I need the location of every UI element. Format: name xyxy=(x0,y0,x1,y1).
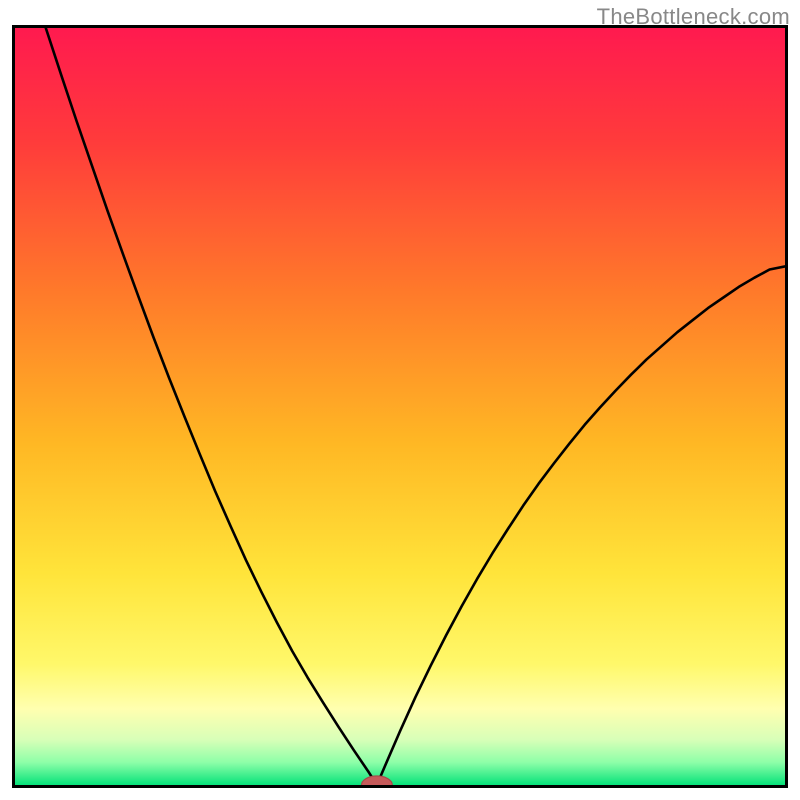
plot-svg xyxy=(15,28,785,785)
background-fill xyxy=(15,28,785,785)
plot-frame xyxy=(12,25,788,788)
frame-border-right xyxy=(785,25,788,788)
frame-border-bottom xyxy=(12,785,788,788)
plot-area xyxy=(15,28,785,785)
chart-stage: TheBottleneck.com xyxy=(0,0,800,800)
